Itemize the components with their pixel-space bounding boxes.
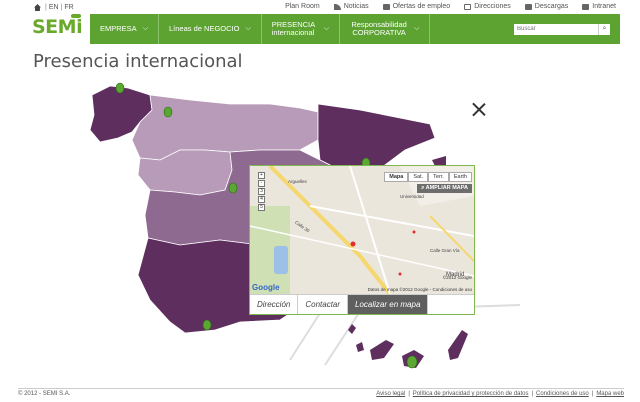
intranet-link[interactable]: Intranet (582, 3, 616, 10)
utility-links: Plan Room Noticias Ofertas de empleo Dir… (285, 3, 616, 10)
map-zoom-control: + - 3 4 5 (258, 172, 265, 211)
nav-empresa[interactable]: EMPRESA ⌵ (90, 14, 159, 44)
page-title: Presencia internacional (33, 51, 243, 72)
location-marker-icon[interactable] (163, 106, 173, 118)
search-input[interactable] (514, 23, 598, 35)
nav-lineas-negocio[interactable]: Líneas de NEGOCIO ⌵ (159, 14, 262, 44)
lock-icon (582, 3, 590, 10)
zoom-level[interactable]: 4 (258, 196, 265, 203)
map-type-sat[interactable]: Sat. (408, 172, 429, 182)
search-icon[interactable]: ⌕ (598, 23, 610, 35)
map-type-mapa[interactable]: Mapa (384, 172, 409, 182)
nav-label: Líneas de NEGOCIO (169, 24, 240, 33)
footer-link-condiciones[interactable]: Condiciones de uso (536, 391, 589, 397)
footer-link-privacidad[interactable]: Política de privacidad y protección de d… (413, 391, 529, 397)
zoom-level[interactable]: 5 (258, 204, 265, 211)
location-marker-icon[interactable] (202, 319, 212, 331)
footer-link-aviso-legal[interactable]: Aviso legal (376, 391, 405, 397)
plan-room-link[interactable]: Plan Room (285, 3, 320, 10)
map-type-terr[interactable]: Terr. (428, 172, 449, 182)
enlarge-map-button[interactable]: ⌕ AMPLIAR MAPA (417, 184, 472, 193)
zoom-out-button[interactable]: - (258, 180, 265, 187)
zoom-level[interactable]: 3 (258, 188, 265, 195)
map-type-control: Mapa Sat. Terr. Earth (384, 172, 472, 182)
mail-icon (464, 3, 472, 10)
search-box: ⌕ (514, 14, 620, 44)
map-copyright-small: ©2012 Google (442, 275, 472, 280)
nav-label: EMPRESA (100, 24, 137, 33)
page: ES | EN | FR Plan Room Noticias Ofertas … (0, 0, 640, 402)
lang-fr[interactable]: FR (64, 4, 73, 11)
download-icon (524, 3, 532, 10)
lang-en[interactable]: EN (49, 4, 59, 11)
map-label: Universidad (400, 194, 424, 199)
home-icon[interactable] (34, 4, 41, 11)
footer-links: Aviso legal | Política de privacidad y pr… (376, 391, 624, 397)
map-label: Arguelles (288, 179, 307, 184)
chevron-down-icon: ⌵ (414, 25, 420, 32)
location-marker-icon[interactable] (228, 182, 238, 194)
location-marker-icon[interactable] (115, 82, 125, 94)
addresses-link[interactable]: Direcciones (464, 3, 511, 10)
rss-icon (333, 3, 341, 10)
close-icon[interactable] (472, 102, 486, 116)
language-switcher: ES | EN | FR (34, 4, 74, 11)
separator: | (531, 391, 534, 397)
google-logo[interactable]: Google (252, 283, 280, 292)
footer-copyright: © 2012 - SEMI S.A. (18, 391, 71, 397)
chevron-down-icon: ⌵ (245, 25, 251, 32)
jobs-link[interactable]: Ofertas de empleo (382, 3, 450, 10)
location-marker-icon[interactable] (406, 355, 418, 369)
downloads-link[interactable]: Descargas (524, 3, 568, 10)
logo-accent (71, 14, 81, 18)
nav-responsabilidad-corporativa[interactable]: Responsabilidad CORPORATIVA ⌵ (340, 14, 431, 44)
separator: | (591, 391, 594, 397)
map-type-earth[interactable]: Earth (448, 172, 472, 182)
tab-direccion[interactable]: Dirección (250, 295, 299, 314)
tab-contactar[interactable]: Contactar (298, 295, 349, 314)
briefcase-icon (382, 3, 390, 10)
map-copyright[interactable]: Datos de mapa ©2012 Google - Condiciones… (368, 287, 472, 292)
nav-label: Responsabilidad CORPORATIVA (351, 20, 407, 37)
location-popup: Arguelles Universidad Calle 30 Calle Gra… (249, 165, 475, 315)
main-nav: EMPRESA ⌵ Líneas de NEGOCIO ⌵ PRESENCIA in… (90, 14, 620, 44)
chevron-down-icon: ⌵ (323, 25, 330, 32)
map-label: Calle Gran Vía (430, 248, 460, 253)
popup-tabs: Dirección Contactar Localizar en mapa (250, 294, 474, 314)
nav-presencia-internacional[interactable]: PRESENCIA internacional ⌵ (262, 14, 341, 44)
footer: © 2012 - SEMI S.A. Aviso legal | Política… (18, 388, 624, 397)
zoom-in-button[interactable]: + (258, 172, 265, 179)
nav-label: PRESENCIA internacional (271, 20, 315, 37)
tab-localizar-en-mapa[interactable]: Localizar en mapa (348, 295, 429, 314)
news-link[interactable]: Noticias (333, 3, 369, 10)
footer-link-mapa-web[interactable]: Mapa web (596, 391, 624, 397)
embedded-google-map[interactable]: Arguelles Universidad Calle 30 Calle Gra… (250, 166, 474, 294)
chevron-down-icon: ⌵ (142, 25, 148, 32)
separator: | (408, 391, 410, 397)
semi-logo[interactable]: SEMi (32, 14, 84, 44)
